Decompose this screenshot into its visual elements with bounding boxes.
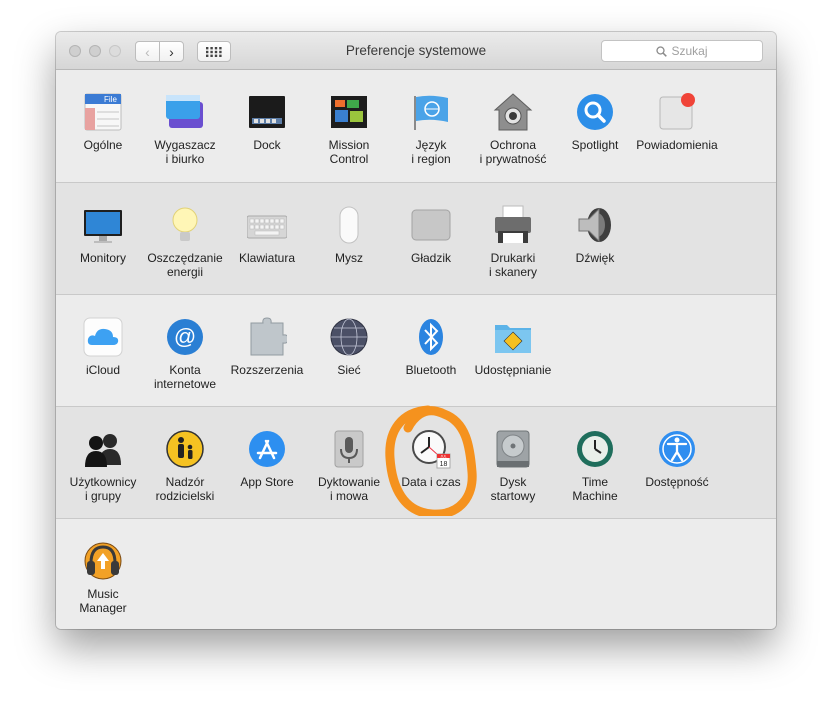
- pane-spotlight[interactable]: Spotlight: [554, 92, 636, 152]
- pane-label: Sieć: [337, 363, 361, 377]
- pane-dock[interactable]: Dock: [226, 92, 308, 152]
- pane-mission-control[interactable]: Mission Control: [308, 92, 390, 166]
- pane-label: Nadzór rodzicielski: [155, 475, 215, 503]
- pane-label: Dostępność: [645, 475, 709, 489]
- pane-extensions[interactable]: Rozszerzenia: [226, 317, 308, 377]
- pane-label: Ogólne: [83, 138, 123, 152]
- mission-control-icon: [329, 92, 369, 132]
- pane-label: Gładzik: [410, 251, 451, 265]
- pane-label: Time Machine: [572, 475, 618, 503]
- pane-label: Klawiatura: [238, 251, 296, 265]
- pane-time-machine[interactable]: Time Machine: [554, 429, 636, 503]
- pane-general[interactable]: File Ogólne: [62, 92, 144, 152]
- music-manager-icon: [83, 541, 123, 581]
- extensions-icon: [247, 317, 289, 357]
- svg-text:@: @: [174, 324, 196, 349]
- magnifier-icon: [656, 45, 668, 57]
- pane-label: Mysz: [335, 251, 363, 265]
- sound-icon: [575, 205, 615, 245]
- pane-printers-scanners[interactable]: Drukarki i skanery: [472, 205, 554, 279]
- security-privacy-icon: [493, 92, 533, 132]
- energy-saver-icon: [165, 205, 205, 245]
- pane-label: Rozszerzenia: [230, 363, 304, 377]
- pane-label: Powiadomienia: [636, 138, 718, 152]
- pane-bluetooth[interactable]: Bluetooth: [390, 317, 472, 377]
- pane-label: Oszczędzanie energii: [147, 251, 223, 279]
- pane-label: Drukarki i skanery: [488, 251, 538, 279]
- bluetooth-icon: [411, 317, 451, 357]
- pane-label: Monitory: [79, 251, 126, 265]
- pane-label: Wygaszacz i biurko: [154, 138, 216, 166]
- pane-internet-accounts[interactable]: @ Konta internetowe: [144, 317, 226, 391]
- keyboard-icon: [246, 205, 288, 245]
- icloud-icon: [83, 317, 123, 357]
- highlight-annotation: [385, 405, 477, 516]
- section-hardware: Monitory Oszczędzanie energii Klawiatura…: [56, 183, 776, 295]
- pane-label: Udostępnianie: [474, 363, 552, 377]
- pane-music-manager[interactable]: Music Manager: [62, 541, 144, 615]
- section-internet-wireless: iCloud @ Konta internetowe Rozszerzenia: [56, 295, 776, 407]
- pane-label: App Store: [240, 475, 294, 489]
- search-placeholder: Szukaj: [671, 44, 708, 58]
- accessibility-icon: [657, 429, 697, 469]
- pane-label: Dysk startowy: [490, 475, 536, 503]
- language-region-icon: [411, 92, 451, 132]
- pane-displays[interactable]: Monitory: [62, 205, 144, 265]
- system-preferences-window: ‹ › Preferencje systemowe Szukaj File Og…: [56, 32, 776, 629]
- mouse-icon: [329, 205, 369, 245]
- desktop-screensaver-icon: [165, 92, 205, 132]
- pane-parental-controls[interactable]: Nadzór rodzicielski: [144, 429, 226, 503]
- pane-icloud[interactable]: iCloud: [62, 317, 144, 377]
- pane-mouse[interactable]: Mysz: [308, 205, 390, 265]
- dock-icon: [247, 92, 287, 132]
- pane-label: Bluetooth: [405, 363, 457, 377]
- displays-icon: [83, 205, 123, 245]
- sharing-icon: [493, 317, 533, 357]
- pane-accessibility[interactable]: Dostępność: [636, 429, 718, 489]
- pane-security-privacy[interactable]: Ochrona i prywatność: [472, 92, 554, 166]
- pane-label: Mission Control: [328, 138, 370, 166]
- pane-keyboard[interactable]: Klawiatura: [226, 205, 308, 265]
- spotlight-icon: [575, 92, 615, 132]
- pane-app-store[interactable]: App Store: [226, 429, 308, 489]
- section-personal: File Ogólne Wygaszacz i biurko Dock Miss…: [56, 70, 776, 183]
- pane-label: iCloud: [85, 363, 121, 377]
- search-field[interactable]: Szukaj: [601, 40, 763, 62]
- pane-label: Music Manager: [79, 587, 127, 615]
- title-bar: ‹ › Preferencje systemowe Szukaj: [56, 32, 776, 70]
- pane-energy-saver[interactable]: Oszczędzanie energii: [144, 205, 226, 279]
- printers-scanners-icon: [493, 205, 533, 245]
- pane-label: Dźwięk: [575, 251, 615, 265]
- pane-sound[interactable]: Dźwięk: [554, 205, 636, 265]
- section-other: Music Manager: [56, 519, 776, 629]
- pane-startup-disk[interactable]: Dysk startowy: [472, 429, 554, 503]
- pane-notifications[interactable]: Powiadomienia: [636, 92, 718, 152]
- notifications-icon: [657, 92, 697, 132]
- pane-label: Dyktowanie i mowa: [317, 475, 381, 503]
- internet-accounts-icon: @: [165, 317, 205, 357]
- pane-label: Konta internetowe: [153, 363, 217, 391]
- time-machine-icon: [575, 429, 615, 469]
- general-icon: File: [83, 92, 123, 132]
- pane-network[interactable]: Sieć: [308, 317, 390, 377]
- general-icon-badge: File: [104, 95, 117, 104]
- pane-dictation-speech[interactable]: Dyktowanie i mowa: [308, 429, 390, 503]
- parental-controls-icon: [165, 429, 205, 469]
- users-groups-icon: [83, 429, 123, 469]
- pane-language-region[interactable]: Język i region: [390, 92, 472, 166]
- pane-users-groups[interactable]: Użytkownicy i grupy: [62, 429, 144, 503]
- pane-trackpad[interactable]: Gładzik: [390, 205, 472, 265]
- network-icon: [329, 317, 369, 357]
- app-store-icon: [247, 429, 287, 469]
- pane-label: Dock: [253, 138, 281, 152]
- pane-label: Ochrona i prywatność: [479, 138, 547, 166]
- pane-sharing[interactable]: Udostępnianie: [472, 317, 554, 377]
- dictation-speech-icon: [329, 429, 369, 469]
- trackpad-icon: [411, 205, 451, 245]
- pane-label: Spotlight: [571, 138, 619, 152]
- pane-label: Język i region: [411, 138, 451, 166]
- pane-label: Użytkownicy i grupy: [69, 475, 137, 503]
- pane-desktop-screensaver[interactable]: Wygaszacz i biurko: [144, 92, 226, 166]
- startup-disk-icon: [493, 429, 533, 469]
